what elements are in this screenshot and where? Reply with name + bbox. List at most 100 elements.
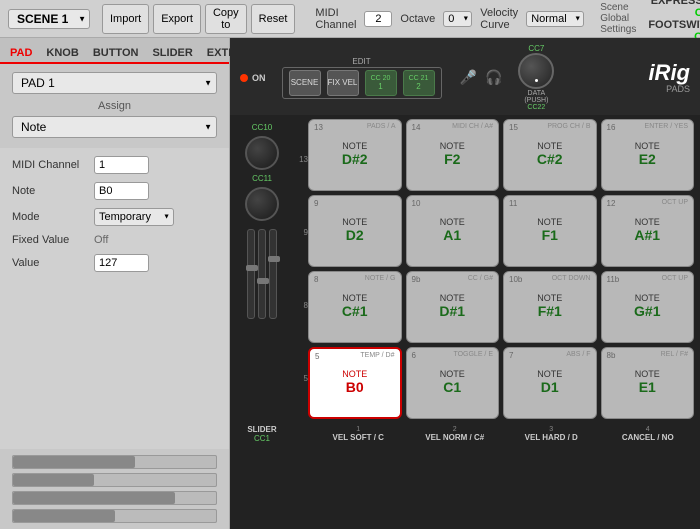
bottom-num-3: 3: [505, 426, 598, 433]
velocity-curve-select-wrap[interactable]: Normal: [526, 11, 584, 27]
tab-pad[interactable]: PAD: [8, 44, 34, 64]
pad-side-14: TOGGLE / E: [453, 351, 493, 358]
expression-cc: CC11: [695, 7, 700, 19]
pad-side-9: NOTE / G: [365, 275, 396, 282]
irig-brand: iRig PADS: [648, 62, 690, 94]
pad-grid-wrapper: 13 9 8 5 13PADS / ANOTED#214MIDI CH / A#…: [292, 119, 694, 419]
fixed-value-label: Fixed Value: [12, 234, 94, 246]
pad-note-value-13: B0: [346, 380, 364, 395]
bottom-item-4: 4 CANCEL / NO: [602, 426, 695, 442]
slider-cc-bottom: CC1: [236, 434, 288, 443]
tab-knob[interactable]: KNOB: [44, 44, 80, 62]
pad-note-value-11: F#1: [538, 304, 562, 319]
pad-note-value-15: D1: [541, 380, 559, 395]
bottom-main-4: CANCEL / NO: [602, 433, 695, 442]
pad-side-15: ABS / F: [566, 351, 590, 358]
pad-side-13: TEMP / D#: [360, 352, 394, 359]
pad-side-4: ENTER / YES: [645, 123, 688, 130]
pad-cell-1[interactable]: 13PADS / ANOTED#2: [308, 119, 402, 191]
pad-side-8: OCT UP: [662, 199, 688, 206]
pad-side-1: PADS / A: [367, 123, 396, 130]
velocity-curve-select[interactable]: Normal: [526, 11, 584, 27]
cc21-button[interactable]: CC 21 2: [403, 70, 435, 96]
data-knob[interactable]: [518, 53, 554, 89]
edit-group: SCENE FIX VEL CC 20 1 CC 21 2: [282, 67, 442, 99]
pad-num-10: 9b: [412, 275, 421, 284]
pad-cell-13[interactable]: 5TEMP / D#NOTEB0: [308, 347, 402, 419]
octave-select-wrap[interactable]: 0: [443, 11, 472, 27]
pad-cell-7[interactable]: 11NOTEF1: [503, 195, 597, 267]
mini-slider-3[interactable]: [269, 229, 277, 319]
pad-num-16: 8b: [607, 351, 616, 360]
pad-side-10: CC / G#: [468, 275, 493, 282]
row-num-13: 13: [292, 155, 308, 164]
export-button[interactable]: Export: [153, 4, 201, 34]
pad-note-value-1: D#2: [342, 152, 368, 167]
reset-button[interactable]: Reset: [251, 4, 296, 34]
fix-vel-button[interactable]: FIX VEL: [327, 70, 359, 96]
pad-cell-2[interactable]: 14MIDI CH / A#NOTEF2: [406, 119, 500, 191]
note-param-input[interactable]: [94, 182, 149, 200]
pad-num-12: 11b: [607, 275, 620, 284]
scene-dropdown[interactable]: SCENE 1: [8, 9, 90, 29]
value-input[interactable]: [94, 254, 149, 272]
pad-num-15: 7: [509, 351, 513, 360]
import-button[interactable]: Import: [102, 4, 149, 34]
knob-cc11[interactable]: [245, 187, 279, 221]
pad-num-13: 5: [315, 352, 319, 361]
tab-button[interactable]: BUTTON: [91, 44, 141, 62]
slider-2[interactable]: [12, 473, 217, 487]
bottom-item-2: 2 VEL NORM / C#: [409, 426, 502, 442]
irig-pads-label: PADS: [648, 84, 690, 94]
octave-select[interactable]: 0: [443, 11, 472, 27]
pad-cell-9[interactable]: 8NOTE / GNOTEC#1: [308, 271, 402, 343]
pad-cell-16[interactable]: 8bREL / F#NOTEE1: [601, 347, 695, 419]
mode-select[interactable]: Temporary: [94, 208, 174, 226]
knob-dot: [535, 79, 538, 82]
copy-to-button[interactable]: Copy to: [205, 4, 247, 34]
pad-side-16: REL / F#: [661, 351, 688, 358]
pad-dropdown[interactable]: PAD 1: [12, 72, 217, 94]
knob-cc10[interactable]: [245, 136, 279, 170]
midi-channel-label: MIDI Channel: [315, 7, 356, 31]
pad-cell-14[interactable]: 6TOGGLE / ENOTEC1: [406, 347, 500, 419]
pad-dropdown-wrap[interactable]: PAD 1: [12, 72, 217, 94]
pad-cell-15[interactable]: 7ABS / FNOTED1: [503, 347, 597, 419]
irig-name: iRig: [648, 62, 690, 84]
sliders-area: [0, 449, 229, 529]
slider-4[interactable]: [12, 509, 217, 523]
mini-slider-thumb-1: [246, 265, 258, 271]
on-indicator: ON: [240, 73, 266, 83]
param-fixed-value: Fixed Value Off: [12, 234, 217, 246]
pad-cell-6[interactable]: 10NOTEA1: [406, 195, 500, 267]
scene-button[interactable]: SCENE: [289, 70, 321, 96]
pad-cell-5[interactable]: 9NOTED2: [308, 195, 402, 267]
mini-slider-2[interactable]: [258, 229, 266, 319]
scene-dropdown-wrap[interactable]: SCENE 1: [8, 9, 90, 29]
cc20-button[interactable]: CC 20 1: [365, 70, 397, 96]
slider-3[interactable]: [12, 491, 217, 505]
param-note: Note: [12, 182, 217, 200]
midi-channel-param-input[interactable]: [94, 156, 149, 174]
assign-dropdown-wrap[interactable]: Note: [12, 116, 217, 138]
mode-param-label: Mode: [12, 211, 94, 223]
tab-slider[interactable]: SLIDER: [150, 44, 194, 62]
pad-cell-10[interactable]: 9bCC / G#NOTED#1: [406, 271, 500, 343]
pad-cell-12[interactable]: 11bOCT UPNOTEG#1: [601, 271, 695, 343]
pad-num-4: 16: [607, 123, 616, 132]
pad-cell-8[interactable]: 12OCT UPNOTEA#1: [601, 195, 695, 267]
slider-bottom-label: SLIDER CC1: [236, 425, 288, 443]
assign-dropdown[interactable]: Note: [12, 116, 217, 138]
irig-bottom: SLIDER CC1 1 VEL SOFT / C 2 VEL NORM / C…: [230, 423, 700, 445]
pad-cell-11[interactable]: 10bOCT DOWNNOTEF#1: [503, 271, 597, 343]
midi-channel-input[interactable]: [364, 11, 392, 27]
mini-slider-1[interactable]: [247, 229, 255, 319]
left-controls: CC10 CC11: [236, 119, 288, 419]
mode-select-wrap[interactable]: Temporary: [94, 208, 174, 226]
pad-cell-4[interactable]: 16ENTER / YESNOTEE2: [601, 119, 695, 191]
slider-1[interactable]: [12, 455, 217, 469]
mini-slider-thumb-3: [268, 256, 280, 262]
pad-note-value-9: C#1: [342, 304, 368, 319]
right-info: EXPRESSION CC11 FOOTSWITCH CC64: [648, 0, 700, 43]
pad-cell-3[interactable]: 15PROG CH / BNOTEC#2: [503, 119, 597, 191]
